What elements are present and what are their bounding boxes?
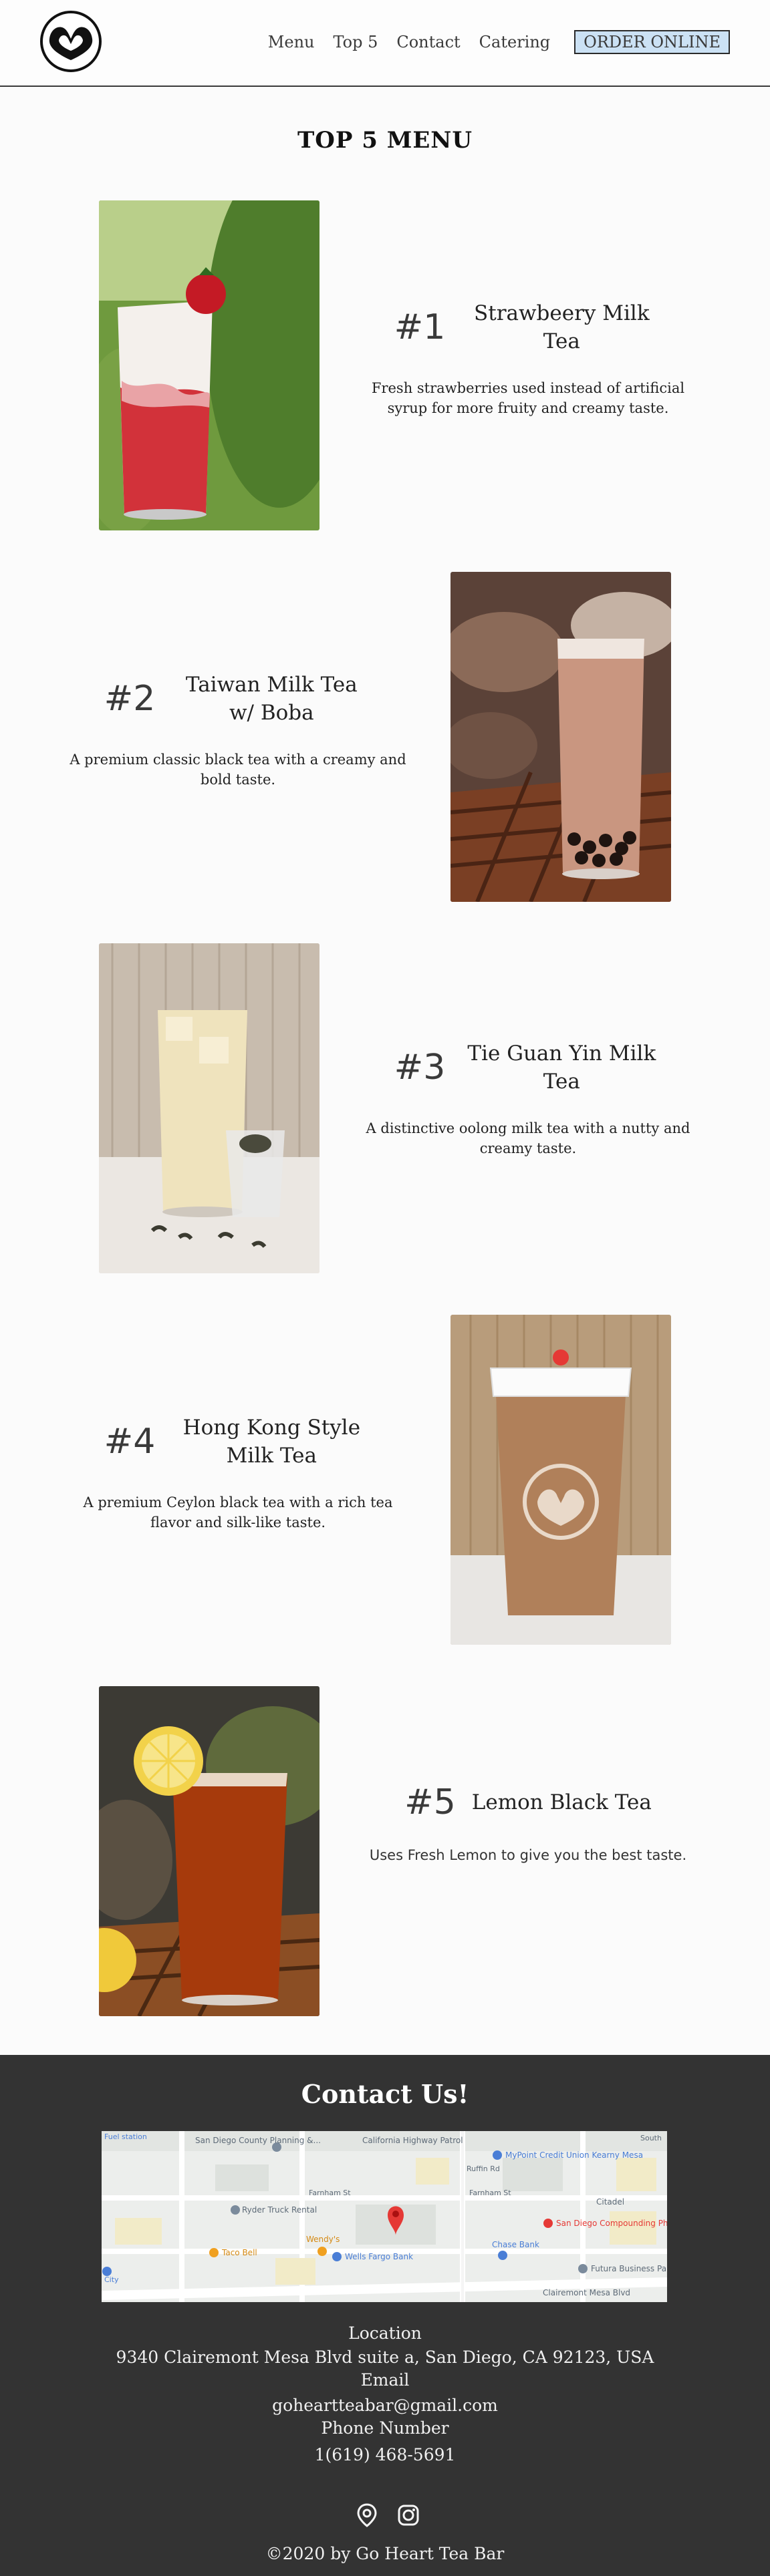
phone-link[interactable]: 1(619) 468-5691 — [0, 2445, 770, 2464]
tie-guan-yin-milk-tea-image — [99, 943, 319, 1273]
nav-contact-link[interactable]: Contact — [396, 33, 460, 51]
map-label-futura: Futura Business Park — [591, 2264, 667, 2273]
map-label-pharmacy: San Diego Compounding Pharmacy — [556, 2219, 667, 2228]
email-label: Email — [360, 2370, 410, 2390]
nav-catering-link[interactable]: Catering — [479, 33, 551, 51]
map-label-city: City — [104, 2275, 119, 2284]
map-label-truck: Ryder Truck Rental — [242, 2205, 317, 2215]
map-label-farnham-east: Farnham St — [469, 2189, 511, 2197]
instagram-icon[interactable] — [396, 2503, 421, 2528]
map-label-citadel: Citadel — [596, 2197, 624, 2207]
heart-hands-logo[interactable] — [39, 9, 103, 73]
item-1-text: #1 Strawbeery Milk Tea Fresh strawberrie… — [354, 299, 702, 418]
item-rank: #3 — [394, 1048, 446, 1088]
map-label-farnham: Farnham St — [309, 2189, 351, 2197]
item-rank: #5 — [404, 1782, 456, 1822]
item-rank: #4 — [104, 1422, 156, 1462]
item-name: Lemon Black Tea — [471, 1790, 652, 1814]
map-label-south: South — [640, 2134, 662, 2142]
email-link[interactable]: goheartteabar@gmail.com — [0, 2396, 770, 2415]
map-label-chase: Chase Bank — [492, 2240, 539, 2249]
location-pin-icon[interactable] — [354, 2503, 380, 2528]
map-label-credit: MyPoint Credit Union Kearny Mesa — [505, 2150, 643, 2160]
social-links — [354, 2503, 421, 2528]
map-label-highway: California Highway Patrol — [362, 2136, 463, 2145]
map-label-wells: Wells Fargo Bank — [345, 2252, 413, 2261]
contact-footer: Contact Us! Fuel station San Diego Count… — [0, 2055, 770, 2576]
main-nav: Menu Top 5 Contact Catering ORDER ONLINE — [249, 29, 730, 55]
address-text: 9340 Clairemont Mesa Blvd suite a, San D… — [116, 2348, 654, 2367]
nav-top5-link[interactable]: Top 5 — [334, 33, 378, 51]
item-name: Strawbeery Milk Tea — [474, 301, 650, 353]
lemon-black-tea-image — [99, 1686, 319, 2016]
map-label-ruffin: Ruffin Rd — [467, 2164, 500, 2173]
taiwan-milk-tea-image — [451, 572, 671, 902]
item-3-text: #3 Tie Guan Yin Milk Tea A distinctive o… — [354, 1039, 702, 1158]
map-label-taco: Taco Bell — [221, 2248, 257, 2257]
order-online-button[interactable]: ORDER ONLINE — [574, 30, 730, 54]
item-2-text: #2 Taiwan Milk Tea w/ Boba A premium cla… — [64, 671, 412, 790]
item-description: A distinctive oolong milk tea with a nut… — [366, 1120, 690, 1156]
site-header: Menu Top 5 Contact Catering ORDER ONLINE — [0, 0, 770, 87]
item-4-text: #4 Hong Kong Style Milk Tea A premium Ce… — [64, 1414, 412, 1533]
item-description: Fresh strawberries used instead of artif… — [371, 380, 685, 416]
location-label: Location — [348, 2323, 422, 2343]
nav-menu-link[interactable]: Menu — [268, 33, 315, 51]
hong-kong-milk-tea-image — [451, 1315, 671, 1645]
copyright-text: ©2020 by Go Heart Tea Bar — [265, 2544, 505, 2563]
item-description: Uses Fresh Lemon to give you the best ta… — [369, 1847, 687, 1863]
item-rank: #2 — [104, 679, 156, 719]
map-label-road: Clairemont Mesa Blvd — [543, 2288, 630, 2297]
item-5-text: #5 Lemon Black Tea Uses Fresh Lemon to g… — [354, 1782, 702, 1865]
item-name: Taiwan Milk Tea w/ Boba — [185, 673, 358, 725]
map-label-wendys: Wendy's — [306, 2235, 340, 2244]
item-description: A premium classic black tea with a cream… — [70, 752, 406, 788]
item-rank: #1 — [394, 307, 446, 347]
page-title: TOP 5 MENU — [297, 127, 473, 154]
item-name: Tie Guan Yin Milk Tea — [467, 1041, 656, 1094]
contact-title: Contact Us! — [301, 2079, 469, 2109]
item-name: Hong Kong Style Milk Tea — [182, 1416, 361, 1468]
map-label-county: San Diego County Planning &... — [195, 2136, 321, 2145]
item-description: A premium Ceylon black tea with a rich t… — [83, 1494, 393, 1531]
location-map[interactable]: Fuel station San Diego County Planning &… — [102, 2131, 667, 2302]
map-label-fuel: Fuel station — [104, 2132, 147, 2141]
phone-label: Phone Number — [321, 2418, 449, 2438]
strawberry-milk-tea-image — [99, 200, 319, 530]
